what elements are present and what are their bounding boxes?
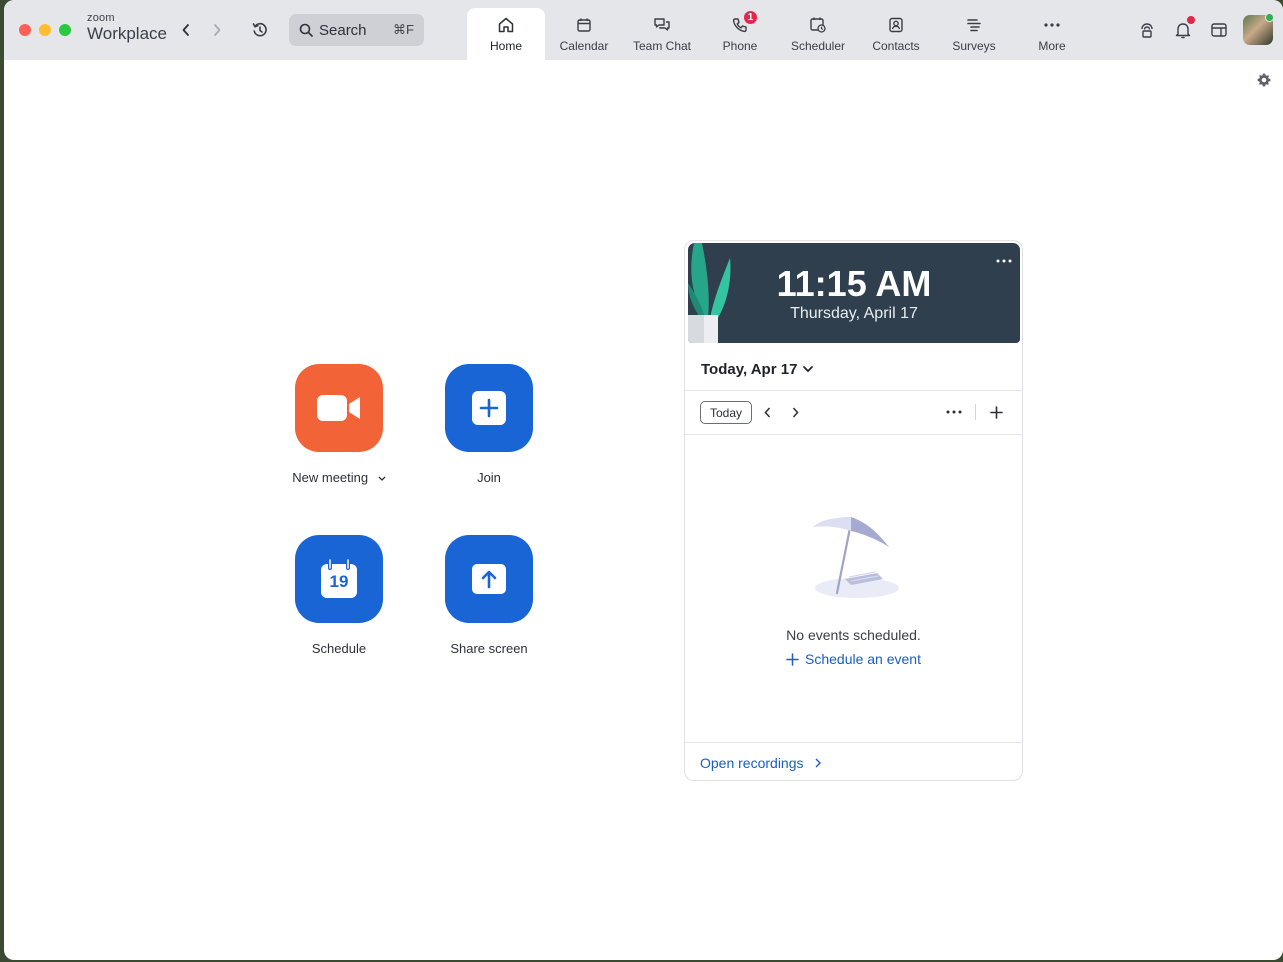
brand-small: zoom bbox=[87, 12, 115, 24]
video-camera-icon bbox=[317, 395, 360, 421]
next-day-button[interactable] bbox=[785, 402, 805, 422]
chevron-left-icon bbox=[182, 24, 189, 36]
schedule-day-number: 19 bbox=[329, 572, 349, 591]
notifications-button[interactable] bbox=[1169, 16, 1197, 44]
whiteboard-button[interactable] bbox=[1205, 16, 1233, 44]
add-event-button[interactable] bbox=[986, 402, 1006, 422]
main-tabs: Home Calendar Team Chat 1 Phone Schedule… bbox=[467, 8, 1091, 60]
zoom-workplace-logo: zoom Workplace bbox=[87, 12, 167, 44]
chevron-down-icon bbox=[803, 366, 814, 373]
share-screen-button[interactable] bbox=[445, 535, 533, 623]
chevron-left-icon bbox=[763, 407, 770, 417]
history-icon bbox=[252, 22, 267, 37]
new-meeting-button[interactable] bbox=[295, 364, 383, 452]
tab-surveys-label: Surveys bbox=[952, 39, 996, 53]
contacts-icon bbox=[886, 15, 906, 35]
calendar-options-button[interactable] bbox=[944, 402, 964, 422]
notification-dot bbox=[1187, 16, 1195, 24]
forward-button[interactable] bbox=[206, 18, 228, 42]
settings-button[interactable] bbox=[1256, 72, 1272, 88]
schedule-button[interactable]: 19 bbox=[295, 535, 383, 623]
calendar-card: 11:15 AM Thursday, April 17 Today, Apr 1… bbox=[684, 240, 1023, 781]
plus-icon bbox=[472, 391, 506, 425]
tab-scheduler-label: Scheduler bbox=[790, 39, 846, 53]
join-label: Join bbox=[477, 470, 501, 485]
tab-contacts-label: Contacts bbox=[872, 39, 920, 53]
title-bar: zoom Workplace Search ⌘F Home Calendar T… bbox=[4, 0, 1283, 60]
search-icon bbox=[299, 23, 313, 37]
home-icon bbox=[496, 15, 516, 35]
toolbar-separator bbox=[975, 404, 976, 420]
tab-home-label: Home bbox=[489, 39, 522, 53]
tab-contacts[interactable]: Contacts bbox=[857, 8, 935, 60]
join-button[interactable] bbox=[445, 364, 533, 452]
tab-phone-label: Phone bbox=[722, 39, 758, 53]
zoom-window: zoom Workplace Search ⌘F Home Calendar T… bbox=[4, 0, 1283, 960]
more-icon bbox=[1042, 15, 1062, 35]
plus-icon bbox=[989, 405, 1003, 419]
day-selector-label: Today, Apr 17 bbox=[701, 361, 798, 378]
history-button[interactable] bbox=[249, 18, 271, 42]
clock-more-button[interactable] bbox=[996, 255, 1012, 263]
tab-home[interactable]: Home bbox=[467, 8, 545, 60]
tab-team-chat-label: Team Chat bbox=[632, 39, 692, 53]
new-meeting-label: New meeting bbox=[292, 470, 369, 485]
chat-icon bbox=[652, 15, 672, 35]
more-icon bbox=[946, 410, 962, 414]
search-box[interactable]: Search ⌘F bbox=[289, 14, 424, 46]
open-recordings-label: Open recordings bbox=[700, 755, 804, 771]
tab-phone[interactable]: 1 Phone bbox=[701, 8, 779, 60]
clock-header: 11:15 AM Thursday, April 17 bbox=[688, 243, 1020, 343]
plus-icon bbox=[786, 652, 799, 666]
clock-time: 11:15 AM bbox=[776, 263, 932, 304]
tab-more-label: More bbox=[1038, 39, 1066, 53]
calendar-icon bbox=[574, 15, 594, 35]
broadcast-icon bbox=[1141, 23, 1153, 38]
search-label: Search bbox=[319, 21, 367, 39]
beach-umbrella-illustration bbox=[813, 517, 899, 598]
tab-scheduler[interactable]: Scheduler bbox=[779, 8, 857, 60]
presence-dot bbox=[1265, 13, 1274, 22]
phone-badge: 1 bbox=[743, 10, 758, 25]
clock-date: Thursday, April 17 bbox=[790, 305, 918, 322]
upload-arrow-icon bbox=[472, 564, 506, 594]
window-maximize-button[interactable] bbox=[59, 24, 71, 36]
board-icon bbox=[1211, 23, 1227, 37]
window-close-button[interactable] bbox=[19, 24, 31, 36]
chevron-down-icon bbox=[378, 476, 386, 481]
window-minimize-button[interactable] bbox=[39, 24, 51, 36]
tab-calendar[interactable]: Calendar bbox=[545, 8, 623, 60]
share-screen-label: Share screen bbox=[450, 641, 528, 656]
tab-surveys[interactable]: Surveys bbox=[935, 8, 1013, 60]
divider bbox=[685, 434, 1022, 435]
schedule-label: Schedule bbox=[311, 641, 367, 656]
divider bbox=[685, 390, 1022, 391]
no-events-text: No events scheduled. bbox=[786, 627, 921, 643]
chevron-right-icon bbox=[792, 407, 799, 417]
schedule-event-label: Schedule an event bbox=[805, 651, 921, 667]
search-shortcut: ⌘F bbox=[393, 22, 414, 37]
open-recordings-link[interactable]: Open recordings bbox=[700, 755, 821, 771]
tab-team-chat[interactable]: Team Chat bbox=[623, 8, 701, 60]
surveys-icon bbox=[964, 15, 984, 35]
new-meeting-label-row[interactable]: New meeting bbox=[274, 470, 404, 485]
previous-day-button[interactable] bbox=[757, 402, 777, 422]
divider bbox=[685, 742, 1022, 743]
schedule-event-link[interactable]: Schedule an event bbox=[685, 651, 1022, 667]
tab-more[interactable]: More bbox=[1013, 8, 1091, 60]
back-button[interactable] bbox=[175, 18, 197, 42]
chevron-right-icon bbox=[214, 24, 221, 36]
today-button[interactable]: Today bbox=[700, 401, 752, 424]
chevron-right-icon bbox=[815, 758, 821, 768]
brand-big: Workplace bbox=[87, 24, 167, 43]
day-selector[interactable]: Today, Apr 17 bbox=[701, 361, 814, 378]
toolbar-right bbox=[1133, 13, 1283, 46]
tab-calendar-label: Calendar bbox=[559, 39, 609, 53]
gear-icon bbox=[1257, 73, 1271, 87]
scheduler-icon bbox=[808, 15, 828, 35]
presence-button[interactable] bbox=[1133, 16, 1161, 44]
more-icon bbox=[996, 259, 1012, 263]
